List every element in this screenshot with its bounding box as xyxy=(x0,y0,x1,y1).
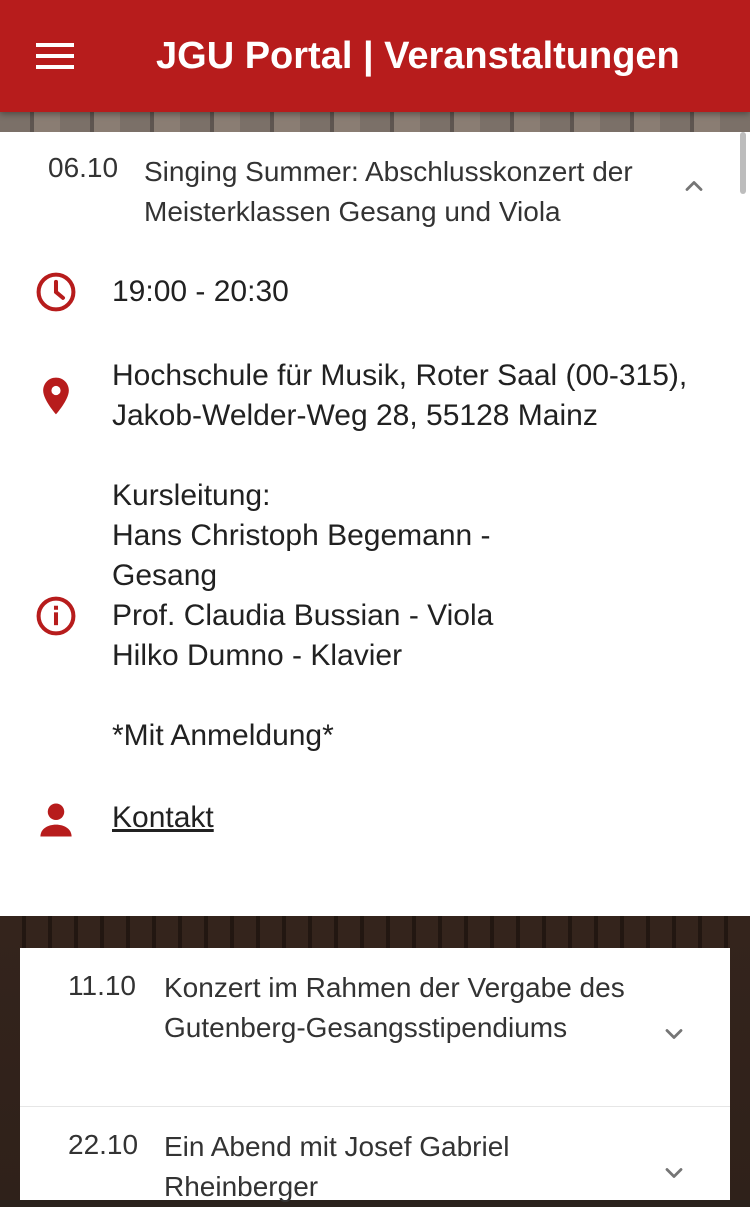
location-pin-icon xyxy=(43,377,69,415)
background-strip xyxy=(0,112,750,132)
event-time: 19:00 - 20:30 xyxy=(112,275,289,308)
event-title: Ein Abend mit Josef Gabriel Rheinberger xyxy=(164,1131,510,1202)
event-info-row: Kursleitung: Hans Christoph Begemann - G… xyxy=(0,474,750,764)
event-time-row: 19:00 - 20:30 xyxy=(0,268,750,318)
event-title: Singing Summer: Abschlusskonzert der Mei… xyxy=(144,156,633,227)
event-location-row: Hochschule für Musik, Roter Saal (00-315… xyxy=(0,354,750,444)
event-header-06-10[interactable]: 06.10 Singing Summer: Abschlusskonzert d… xyxy=(0,132,750,242)
event-info: Kursleitung: Hans Christoph Begemann - G… xyxy=(112,479,494,752)
hamburger-menu-icon xyxy=(36,43,74,69)
event-date: 22.10 xyxy=(68,1129,139,1160)
expanded-event-card: 06.10 Singing Summer: Abschlusskonzert d… xyxy=(0,132,750,916)
app-bar: JGU Portal | Veranstaltungen xyxy=(0,0,750,112)
contact-link[interactable]: Kontakt xyxy=(112,798,214,838)
menu-button[interactable] xyxy=(36,30,108,82)
list-item-event[interactable]: 11.10 Konzert im Rahmen der Vergabe des … xyxy=(20,948,730,1106)
chevron-down-icon[interactable] xyxy=(660,1159,688,1187)
page-title: JGU Portal | Veranstaltungen xyxy=(156,35,680,77)
event-date: 11.10 xyxy=(68,970,136,1001)
person-icon xyxy=(40,803,72,837)
event-location: Hochschule für Musik, Roter Saal (00-315… xyxy=(112,359,688,432)
list-item-event[interactable]: 22.10 Ein Abend mit Josef Gabriel Rheinb… xyxy=(20,1107,730,1202)
chevron-down-icon[interactable] xyxy=(660,1020,688,1048)
event-contact-row: Kontakt xyxy=(0,796,750,846)
event-list-card: 11.10 Konzert im Rahmen der Vergabe des … xyxy=(20,948,730,1202)
chevron-up-icon[interactable] xyxy=(680,172,708,200)
clock-icon xyxy=(36,272,76,312)
scrollbar-thumb[interactable] xyxy=(740,132,746,194)
event-title: Konzert im Rahmen der Vergabe des Gutenb… xyxy=(164,972,625,1043)
info-icon xyxy=(36,596,76,636)
event-date: 06.10 xyxy=(48,152,119,183)
